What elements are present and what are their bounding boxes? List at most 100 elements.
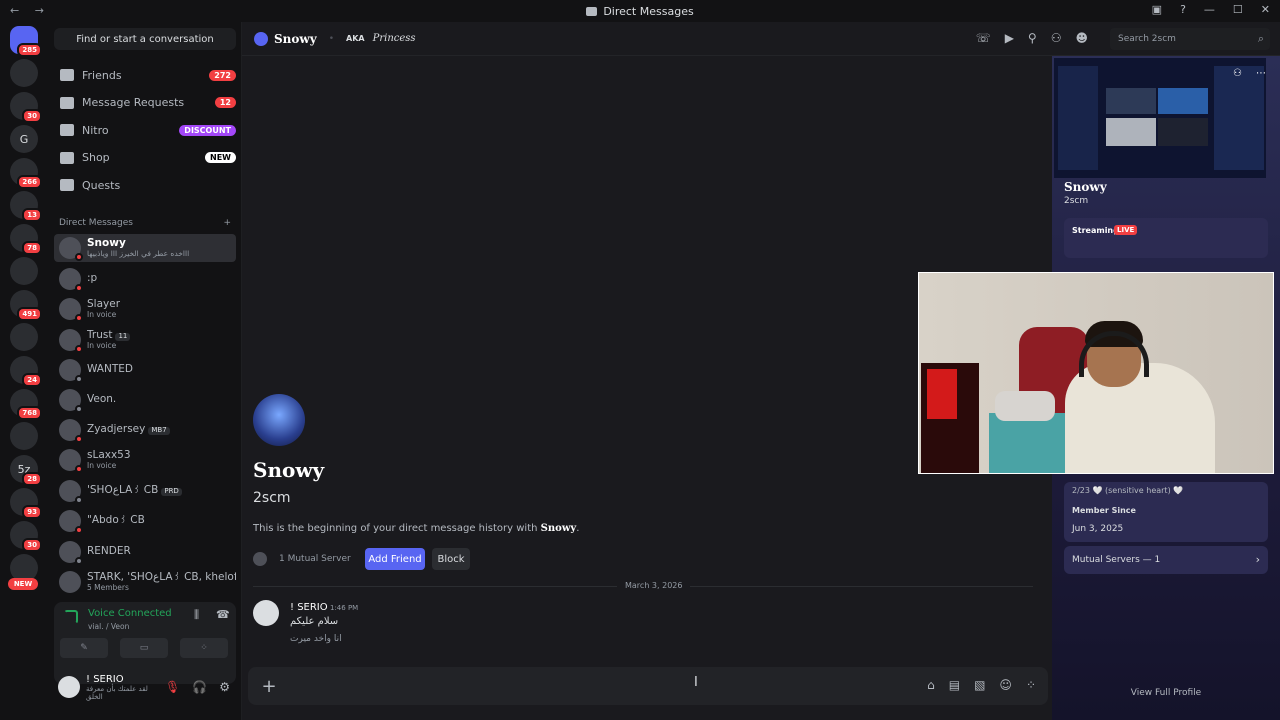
server-icon[interactable]: 768 — [10, 389, 42, 420]
dm-item[interactable]: sLaxx53 In voice — [54, 446, 236, 474]
message-avatar[interactable] — [253, 600, 279, 626]
profile-bio: 2/23 🤍 (sensitive heart) 🤍 — [1072, 486, 1184, 495]
add-friends-icon[interactable]: ⚇ — [1051, 31, 1062, 45]
dm-item[interactable]: Zyadjersey MB7 — [54, 416, 236, 444]
dm-item[interactable]: 'SHOعLA꒱ CB PRD — [54, 477, 236, 505]
activities-button[interactable]: ⁘ — [180, 638, 228, 658]
dm-name: 'SHOعLA꒱ CB — [87, 485, 159, 497]
server-icon[interactable] — [10, 59, 38, 87]
nav-item-friends[interactable]: Friends 272 — [54, 62, 236, 88]
noise-suppression-icon[interactable]: ⫼ — [194, 608, 199, 622]
search-input[interactable]: Search 2scm ⌕ — [1110, 28, 1270, 50]
server-icon[interactable]: 24 — [10, 356, 42, 387]
server-icon[interactable]: 5z 28 — [10, 455, 42, 486]
user-profile-icon[interactable]: ☻ — [1075, 31, 1088, 45]
voice-call-icon[interactable]: ☏ — [976, 31, 991, 45]
server-icon[interactable]: 93 — [10, 488, 42, 519]
apps-icon[interactable]: ⁘ — [1026, 678, 1036, 692]
dm-avatar — [59, 329, 83, 353]
nav-item-label: Quests — [82, 178, 121, 192]
dm-tag: MB7 — [148, 427, 170, 435]
server-icon[interactable] — [10, 422, 38, 450]
voice-channel[interactable]: vial. / Veon — [88, 622, 129, 631]
dm-item[interactable]: RENDER — [54, 538, 236, 566]
maximize-button[interactable]: ☐ — [1233, 3, 1243, 16]
new-badge[interactable]: NEW — [8, 578, 38, 590]
streaming-card[interactable]: Streaming LIVE — [1064, 218, 1268, 258]
user-panel: ! SERIO لقد علمتك بأن معرفة الخلق 🎙 🎧 ⚙ — [54, 672, 236, 702]
emoji-icon[interactable]: ☺ — [999, 678, 1012, 692]
dm-name: STARK, 'SHOعLA꒱ CB, khelof... — [87, 572, 236, 584]
signal-icon[interactable] — [64, 610, 78, 624]
attach-plus-icon[interactable]: + — [258, 675, 280, 697]
server-icon[interactable]: 30 — [10, 521, 42, 552]
status-offline-icon — [75, 557, 83, 565]
server-icon[interactable]: 78 — [10, 224, 42, 255]
block-button[interactable]: Block — [432, 548, 470, 570]
dm-item[interactable]: WANTED — [54, 356, 236, 384]
home-button[interactable]: 285 — [10, 26, 42, 57]
header-avatar[interactable] — [254, 31, 268, 46]
mutual-servers-row[interactable]: Mutual Servers — 1 › — [1064, 546, 1268, 574]
server-badge: 24 — [22, 373, 42, 387]
gift-icon[interactable]: ⌂ — [927, 678, 935, 692]
nav-item-message-requests[interactable]: Message Requests 12 — [54, 90, 236, 116]
message-author[interactable]: ! SERIO — [290, 602, 328, 613]
mutual-server-link[interactable]: 1 Mutual Server — [253, 550, 351, 568]
header-name[interactable]: Snowy — [274, 32, 317, 46]
dm-item[interactable]: STARK, 'SHOعLA꒱ CB, khelof...5 Members — [54, 568, 236, 596]
dm-item[interactable]: Trust 11 In voice — [54, 326, 236, 354]
dm-item[interactable]: Snowy اااخده عطر في الخيرز ااا وياذبيها — [54, 234, 236, 262]
screen-share-button[interactable]: ▭ — [120, 638, 168, 658]
dm-avatar — [59, 298, 83, 322]
user-status: لقد علمتك بأن معرفة الخلق — [86, 684, 148, 701]
server-icon[interactable]: 13 — [10, 191, 42, 222]
server-icon[interactable]: G — [10, 125, 38, 153]
mutual-servers-label: Mutual Servers — 1 — [1072, 555, 1161, 565]
dm-item[interactable]: Veon. — [54, 386, 236, 414]
server-icon[interactable]: 491 — [10, 290, 42, 321]
status-dnd-icon — [75, 314, 83, 322]
server-badge: 30 — [22, 109, 42, 123]
disconnect-icon[interactable]: ☎ — [216, 608, 230, 621]
camera-off-button[interactable]: ✎ — [60, 638, 108, 658]
headphones-icon[interactable]: 🎧 — [192, 680, 207, 694]
dm-item[interactable]: :p — [54, 265, 236, 293]
person — [1065, 363, 1215, 473]
nav-item-shop[interactable]: Shop NEW — [54, 145, 236, 171]
status-offline-icon — [75, 405, 83, 413]
server-badge: 491 — [17, 307, 42, 321]
nav-item-quests[interactable]: Quests — [54, 172, 236, 198]
server-badge: 266 — [17, 175, 42, 189]
settings-gear-icon[interactable]: ⚙ — [219, 680, 230, 694]
server-icon[interactable] — [10, 257, 38, 285]
mute-mic-icon[interactable]: 🎙 — [165, 680, 180, 694]
message-composer[interactable]: + ⌂ ▤ ▧ ☺ ⁘ — [248, 667, 1048, 705]
server-icon[interactable]: 266 — [10, 158, 42, 189]
dm-tag: PRD — [161, 488, 182, 496]
history-nav[interactable]: ← → — [10, 4, 50, 17]
dm-item[interactable]: "Abdo꒱ CB — [54, 507, 236, 535]
gif-icon[interactable]: ▤ — [949, 678, 960, 692]
minimize-button[interactable]: — — [1204, 3, 1215, 16]
member-since-date: Jun 3, 2025 — [1072, 524, 1124, 534]
find-conversation-button[interactable]: Find or start a conversation — [54, 28, 236, 50]
server-badge: 285 — [17, 43, 42, 57]
sticker-icon[interactable]: ▧ — [974, 678, 985, 692]
server-icon[interactable]: 30 — [10, 92, 42, 123]
more-options-icon[interactable]: ⋯ — [1256, 68, 1266, 79]
add-friend-icon[interactable]: ⚇ — [1233, 68, 1242, 79]
user-avatar[interactable] — [58, 676, 80, 698]
video-call-icon[interactable]: ▶ — [1005, 31, 1014, 45]
intro-avatar[interactable] — [253, 394, 305, 446]
create-dm-button[interactable]: + — [223, 218, 231, 228]
server-icon[interactable] — [10, 323, 38, 351]
add-friend-button[interactable]: Add Friend — [365, 548, 425, 570]
nav-item-nitro[interactable]: Nitro DISCOUNT — [54, 117, 236, 143]
dm-item[interactable]: Slayer In voice — [54, 295, 236, 323]
help-icon[interactable]: ? — [1180, 3, 1186, 16]
view-full-profile-link[interactable]: View Full Profile — [1052, 688, 1280, 698]
pin-icon[interactable]: ⚲ — [1028, 31, 1037, 45]
close-button[interactable]: ✕ — [1261, 3, 1270, 16]
inbox-icon[interactable]: ▣ — [1152, 3, 1162, 16]
